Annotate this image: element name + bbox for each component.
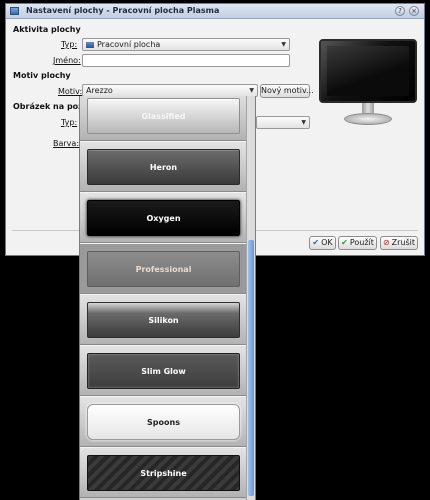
app-icon — [10, 7, 19, 15]
ok-label: OK — [321, 238, 333, 247]
theme-list: Glassified Heron Oxygen Professional Silikon… — [80, 96, 247, 500]
theme-dropdown-list[interactable]: Glassified Heron Oxygen Professional Silikon… — [79, 96, 256, 500]
theme-preview-black: Oxygen — [87, 200, 240, 236]
theme-list-item[interactable]: Spoons — [80, 396, 247, 447]
theme-preview-stripe: Stripshine — [87, 455, 240, 491]
apply-icon: ✔ — [341, 238, 348, 247]
theme-list-item[interactable]: Silikon — [80, 294, 247, 345]
type-label: Typ: — [61, 40, 78, 49]
name-label: Jméno: — [53, 56, 81, 65]
chevron-down-icon: ▼ — [281, 41, 286, 48]
desktop-icon — [86, 42, 94, 48]
theme-list-item[interactable]: Glassified — [80, 96, 247, 141]
theme-list-item[interactable]: Slim Glow — [80, 345, 247, 396]
new-theme-label: Nový motiv... — [261, 86, 314, 95]
theme-preview-slim: Slim Glow — [87, 353, 240, 389]
chevron-down-icon: ▼ — [301, 119, 306, 126]
close-icon[interactable]: × — [409, 6, 419, 16]
theme-preview-glass: Glassified — [87, 98, 240, 134]
desktop-activity-heading: Aktivita plochy — [13, 25, 81, 34]
theme-value: Arezzo — [86, 86, 113, 95]
title-bar[interactable]: Nastavení plochy - Pracovní plocha Plasm… — [6, 4, 424, 19]
chevron-down-icon: ▼ — [249, 87, 254, 94]
activity-type-select[interactable]: Pracovní plocha ▼ — [82, 38, 290, 51]
monitor-stand — [344, 113, 392, 125]
theme-label: Motiv: — [58, 87, 83, 96]
cancel-icon: ⊘ — [382, 238, 390, 247]
monitor-screen — [319, 39, 417, 103]
theme-preview-white: Spoons — [87, 404, 240, 440]
color-label: Barva: — [53, 139, 80, 148]
apply-button[interactable]: ✔ Použít — [338, 236, 377, 250]
wallpaper-type-select[interactable]: ▼ — [256, 116, 310, 129]
window-title: Nastavení plochy - Pracovní plocha Plasm… — [26, 6, 220, 15]
theme-list-item[interactable]: Oxygen — [80, 192, 247, 243]
theme-preview-professional: Professional — [87, 251, 240, 287]
name-input[interactable] — [82, 54, 290, 67]
cancel-label: Zrušit — [391, 238, 416, 247]
activity-type-value: Pracovní plocha — [97, 40, 161, 49]
theme-list-item[interactable]: Heron — [80, 141, 247, 192]
help-icon[interactable]: ? — [395, 6, 405, 16]
wallpaper-type-label: Typ: — [61, 118, 78, 127]
theme-list-item[interactable]: Stripshine — [80, 447, 247, 498]
theme-list-item[interactable]: Professional — [80, 243, 247, 294]
scrollbar[interactable] — [246, 96, 255, 500]
cancel-button[interactable]: ⊘ Zrušit — [380, 236, 418, 250]
theme-preview-silikon: Silikon — [87, 302, 240, 338]
new-theme-button[interactable]: Nový motiv... — [260, 84, 314, 98]
ok-button[interactable]: ✔ OK — [309, 236, 336, 250]
monitor-neck — [362, 103, 374, 113]
ok-icon: ✔ — [312, 238, 320, 247]
scrollbar-thumb[interactable] — [248, 240, 254, 496]
monitor-preview-image — [316, 39, 420, 131]
theme-preview-dark-gray: Heron — [87, 149, 240, 185]
theme-heading: Motiv plochy — [13, 71, 71, 80]
apply-label: Použít — [349, 238, 374, 247]
